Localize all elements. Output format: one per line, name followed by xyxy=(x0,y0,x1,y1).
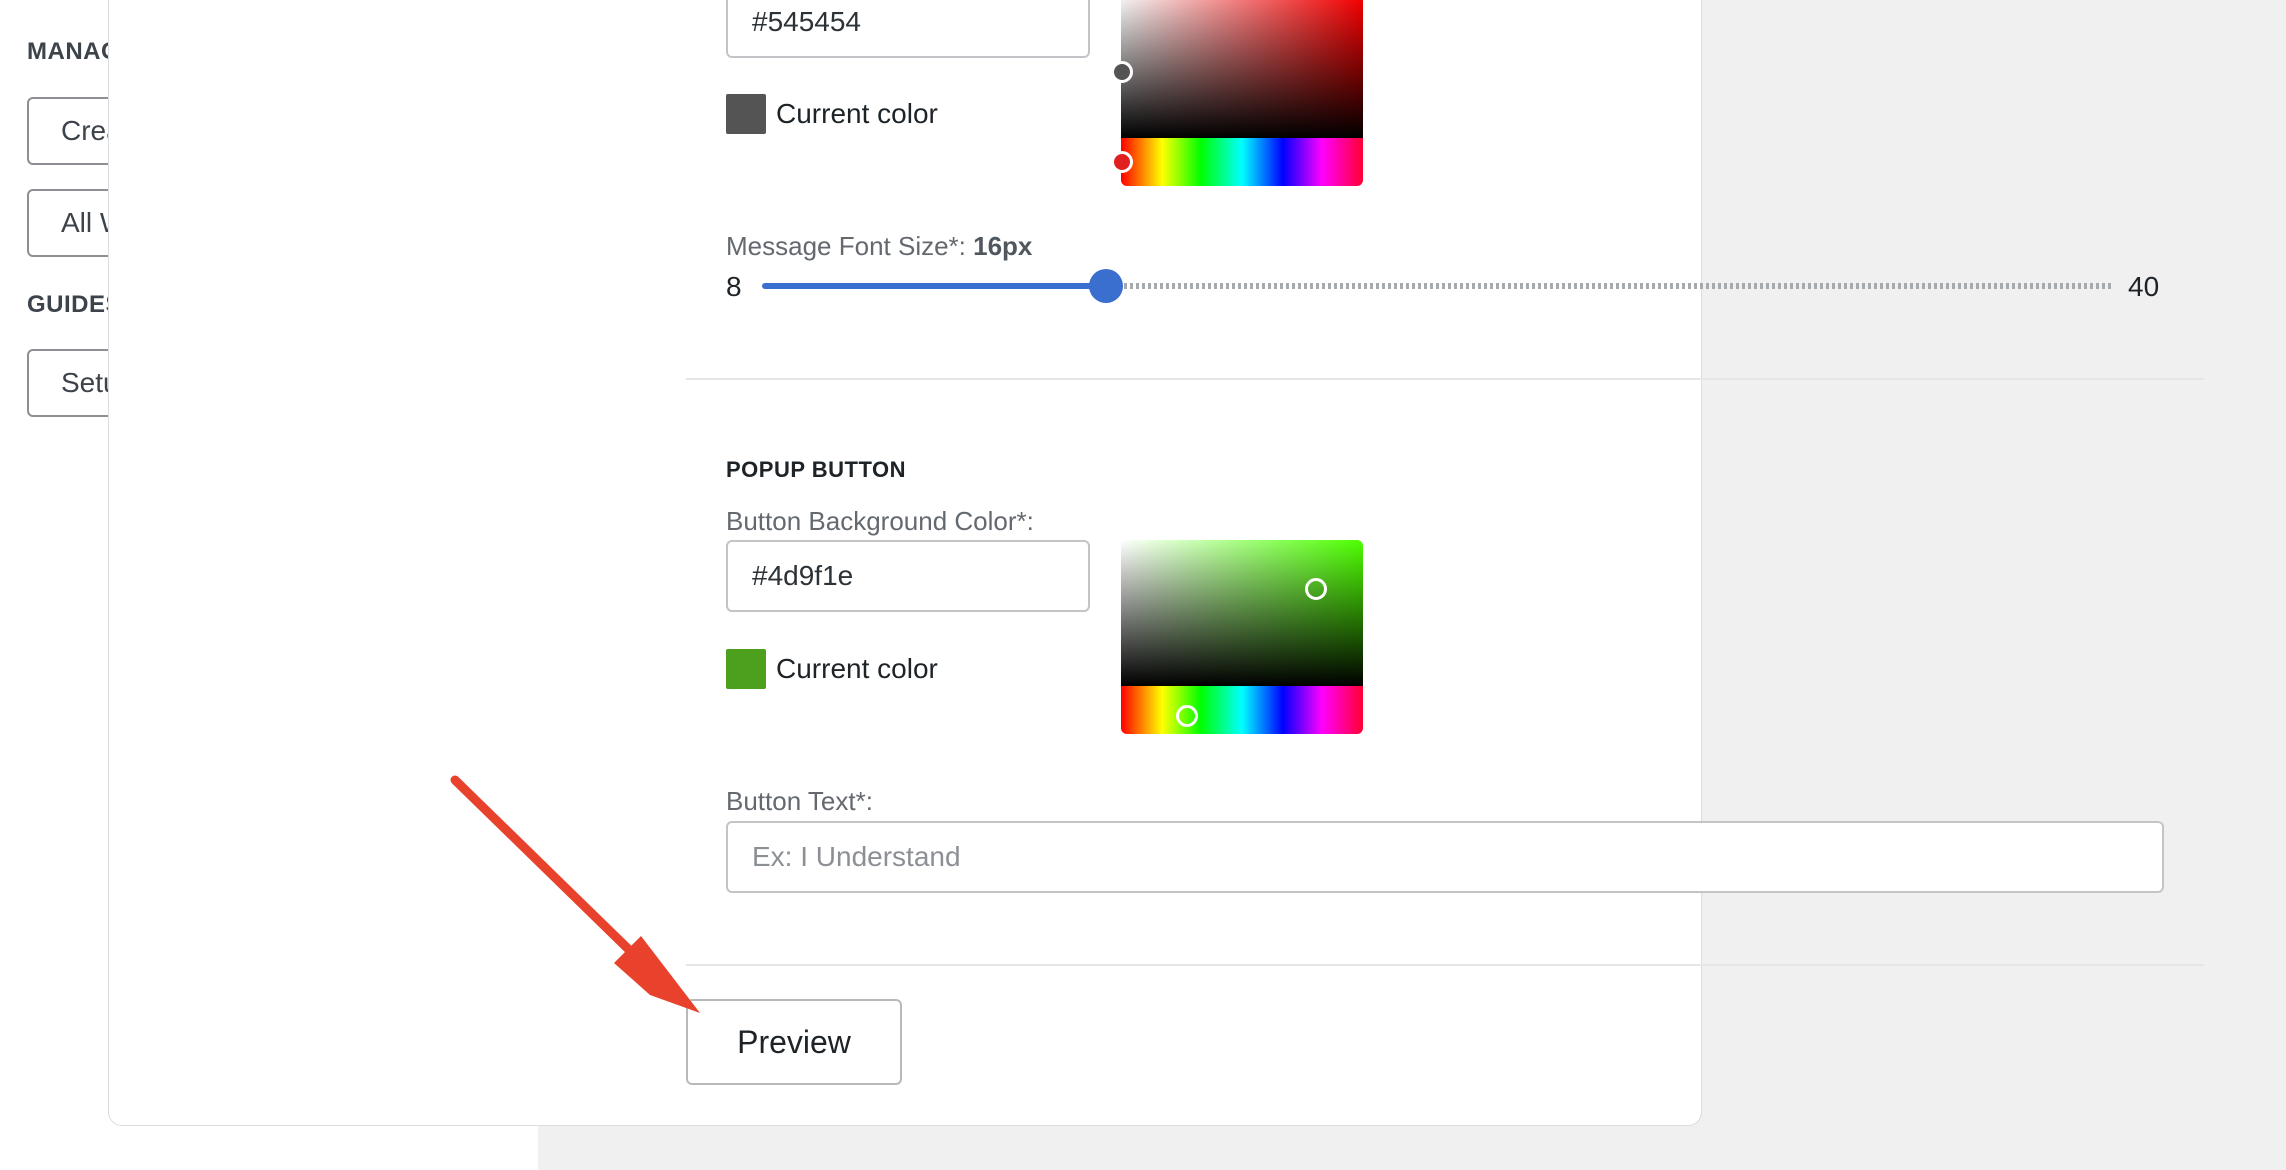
message-color-picker[interactable] xyxy=(1121,0,1363,186)
button-bg-color-hex-input[interactable]: #4d9f1e xyxy=(726,540,1090,612)
message-hue-bar[interactable] xyxy=(1121,138,1363,186)
message-font-size-label: Message Font Size*: 16px xyxy=(726,231,1033,261)
font-size-max-label: 40 xyxy=(2128,271,2160,302)
button-hue-bar[interactable] xyxy=(1121,686,1363,734)
section-divider xyxy=(686,378,2204,380)
button-saturation-knob[interactable] xyxy=(1305,578,1327,600)
font-size-slider-thumb[interactable] xyxy=(1089,269,1123,303)
message-current-color-swatch xyxy=(726,94,766,134)
font-size-min-label: 8 xyxy=(726,271,742,302)
button-current-color-label: Current color xyxy=(776,653,938,684)
button-current-color-swatch xyxy=(726,649,766,689)
message-color-hex-input[interactable]: #545454 xyxy=(726,0,1090,58)
message-hue-knob[interactable] xyxy=(1111,151,1133,173)
message-font-size-value: 16px xyxy=(973,231,1033,261)
message-saturation-knob[interactable] xyxy=(1111,61,1133,83)
button-hue-knob[interactable] xyxy=(1176,705,1198,727)
preview-button[interactable]: Preview xyxy=(686,999,902,1085)
actions-divider xyxy=(686,964,2204,966)
button-saturation-area[interactable] xyxy=(1121,540,1363,686)
button-bg-color-label: Button Background Color*: xyxy=(726,506,1034,536)
button-color-picker[interactable] xyxy=(1121,540,1363,734)
font-size-slider-fill xyxy=(762,283,1106,289)
message-saturation-area[interactable] xyxy=(1121,0,1363,138)
popup-button-section-title: POPUP BUTTON xyxy=(726,457,906,482)
button-text-input[interactable] xyxy=(726,821,2164,893)
message-current-color-label: Current color xyxy=(776,98,938,129)
button-text-label: Button Text*: xyxy=(726,786,873,816)
font-size-slider-track[interactable] xyxy=(1106,283,2112,289)
